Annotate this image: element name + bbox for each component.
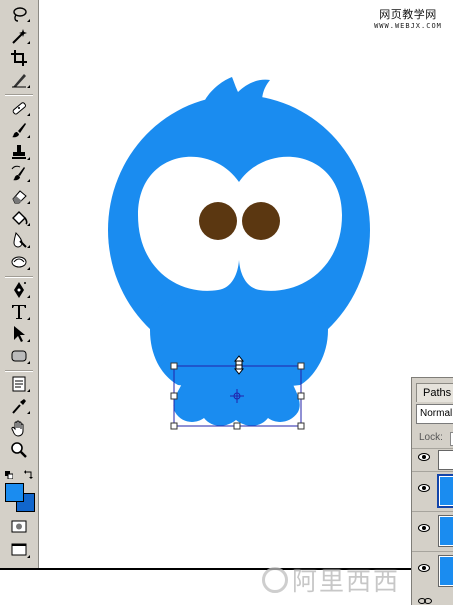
watermark: 阿里西西 (262, 562, 422, 598)
crop-icon[interactable] (6, 48, 32, 68)
layer-thumbnail (438, 555, 453, 587)
pen-icon[interactable] (6, 280, 32, 300)
watermark-logo-icon (262, 567, 288, 593)
resize-cursor-icon (233, 355, 245, 375)
site-logo: 网页教学网 WWW.WEBJX.COM (370, 9, 446, 31)
layer-thumbnail (437, 474, 453, 508)
transform-handle (297, 362, 305, 370)
rectangle-shape-icon[interactable] (6, 346, 32, 366)
transform-handle (297, 422, 305, 430)
swap-colors-icon[interactable] (24, 466, 34, 479)
left-pupil (199, 202, 237, 240)
brush-icon[interactable] (6, 120, 32, 140)
tab-paths[interactable]: Paths (416, 383, 453, 402)
slice-icon[interactable] (6, 70, 32, 90)
path-selection-icon[interactable] (6, 324, 32, 344)
right-pupil (242, 202, 280, 240)
layer-thumbnail (438, 515, 453, 547)
blend-mode-select[interactable]: Normal (416, 404, 453, 424)
type-icon[interactable] (6, 302, 32, 322)
magic-wand-icon[interactable] (6, 26, 32, 46)
healing-brush-icon[interactable] (6, 98, 32, 118)
paint-bucket-icon[interactable] (6, 208, 32, 228)
eyedropper-icon[interactable] (6, 396, 32, 416)
watermark-text: 阿里西西 (292, 568, 401, 596)
blur-icon[interactable] (6, 230, 32, 250)
transform-handle (170, 362, 178, 370)
transform-handle (297, 392, 305, 400)
eye-icon[interactable] (418, 453, 430, 461)
clone-stamp-icon[interactable] (6, 142, 32, 162)
notes-icon[interactable] (6, 374, 32, 394)
site-logo-text: 网页教学网 (379, 9, 437, 21)
site-logo-url: WWW.WEBJX.COM (374, 22, 442, 30)
layer-row[interactable] (412, 471, 453, 509)
dodge-icon[interactable] (6, 252, 32, 272)
history-brush-icon[interactable] (6, 164, 32, 184)
hand-icon[interactable] (6, 418, 32, 438)
default-colors-icon[interactable] (5, 466, 14, 480)
transform-handle (170, 392, 178, 400)
layer-thumbnail (438, 450, 453, 470)
transform-handle (233, 422, 241, 430)
eye-icon[interactable] (418, 484, 430, 492)
lasso-icon[interactable] (6, 4, 32, 24)
lock-label: Lock: (419, 432, 443, 443)
layer-row[interactable] (412, 511, 453, 549)
zoom-icon[interactable] (6, 440, 32, 460)
toolbox-panel (0, 0, 39, 568)
quick-mask-icon[interactable] (6, 516, 32, 536)
screen-mode-icon[interactable] (6, 540, 32, 560)
eye-icon[interactable] (418, 524, 430, 532)
layer-row[interactable] (412, 448, 453, 470)
bird-artwork (108, 77, 370, 430)
transform-handle (170, 422, 178, 430)
foreground-color-swatch[interactable] (5, 483, 24, 502)
eraser-icon[interactable] (6, 186, 32, 206)
